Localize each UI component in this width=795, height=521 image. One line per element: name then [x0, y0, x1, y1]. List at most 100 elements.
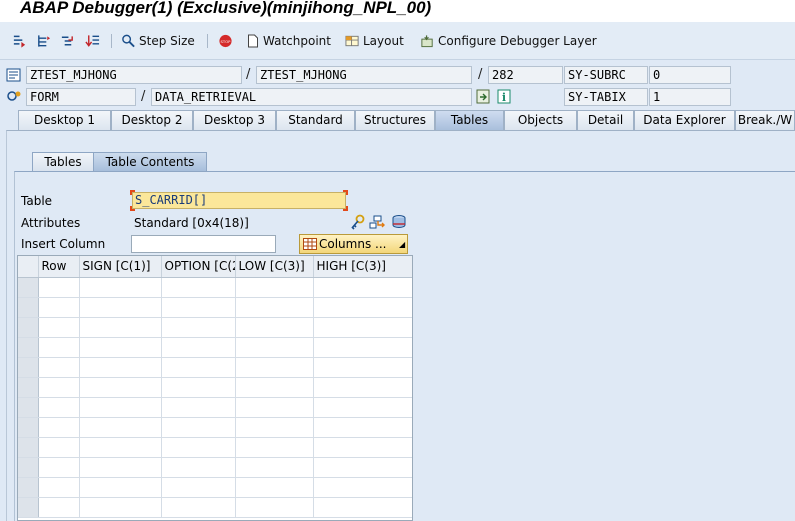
columns-button[interactable]: Columns ... ◢ [299, 234, 408, 254]
grid-cell[interactable] [161, 397, 236, 418]
grid-cell[interactable] [235, 357, 314, 378]
grid-cell[interactable] [79, 437, 162, 458]
grid-cell[interactable] [38, 397, 80, 418]
watchpoint-button[interactable]: Watchpoint [245, 32, 331, 50]
row-selector[interactable] [18, 437, 39, 458]
grid-cell[interactable] [38, 317, 80, 338]
grid-cell[interactable] [38, 357, 80, 378]
grid-cell[interactable] [235, 477, 314, 498]
grid-cell[interactable] [161, 337, 236, 358]
grid-cell[interactable] [161, 277, 236, 298]
row-selector[interactable] [18, 377, 39, 398]
column-header-option[interactable]: OPTION [C(2)] [161, 256, 236, 278]
execute-button[interactable] [36, 32, 54, 50]
grid-cell[interactable] [79, 337, 162, 358]
grid-cell[interactable] [79, 477, 162, 498]
grid-cell[interactable] [235, 337, 314, 358]
row-selector[interactable] [18, 317, 39, 338]
tab-objects[interactable]: Objects [504, 110, 577, 130]
subtab-table-contents[interactable]: Table Contents [93, 152, 207, 171]
grid-cell[interactable] [38, 377, 80, 398]
grid-cell[interactable] [313, 317, 412, 338]
grid-cell[interactable] [38, 277, 80, 298]
grid-cell[interactable] [79, 277, 162, 298]
grid-cell[interactable] [235, 377, 314, 398]
tab-desktop-3[interactable]: Desktop 3 [193, 110, 276, 130]
tab-desktop-2[interactable]: Desktop 2 [111, 110, 193, 130]
tab-detail[interactable]: Detail [577, 110, 634, 130]
insert-column-input[interactable] [131, 235, 276, 253]
grid-cell[interactable] [235, 497, 314, 518]
grid-cell[interactable] [235, 397, 314, 418]
grid-cell[interactable] [313, 297, 412, 318]
step-size-button[interactable]: Step Size [121, 32, 195, 50]
grid-cell[interactable] [79, 297, 162, 318]
grid-cell[interactable] [79, 357, 162, 378]
database-icon[interactable] [390, 214, 408, 230]
grid-cell[interactable] [235, 297, 314, 318]
column-header-row[interactable]: Row [38, 256, 80, 278]
grid-cell[interactable] [235, 417, 314, 438]
subtab-tables[interactable]: Tables [32, 152, 94, 171]
grid-cell[interactable] [38, 477, 80, 498]
tab-standard[interactable]: Standard [276, 110, 355, 130]
grid-cell[interactable] [313, 357, 412, 378]
grid-cell[interactable] [38, 437, 80, 458]
grid-cell[interactable] [313, 277, 412, 298]
grid-cell[interactable] [38, 337, 80, 358]
grid-cell[interactable] [79, 397, 162, 418]
row-selector[interactable] [18, 477, 39, 498]
grid-cell[interactable] [313, 477, 412, 498]
tab-data-explorer[interactable]: Data Explorer [634, 110, 735, 130]
column-header-sign[interactable]: SIGN [C(1)] [79, 256, 162, 278]
table-input[interactable]: S_CARRID[] [132, 192, 346, 209]
layout-button[interactable]: Layout [345, 32, 404, 50]
column-header-high[interactable]: HIGH [C(3)] [313, 256, 412, 278]
info-icon[interactable]: i [497, 89, 511, 104]
source-navigate-icon[interactable] [476, 89, 491, 104]
grid-cell[interactable] [161, 317, 236, 338]
grid-cell[interactable] [79, 457, 162, 478]
single-step-button[interactable] [12, 32, 30, 50]
row-selector[interactable] [18, 297, 39, 318]
row-selector[interactable] [18, 457, 39, 478]
tab-desktop-1[interactable]: Desktop 1 [18, 110, 111, 130]
column-header-low[interactable]: LOW [C(3)] [235, 256, 314, 278]
grid-cell[interactable] [38, 297, 80, 318]
grid-cell[interactable] [161, 357, 236, 378]
grid-cell[interactable] [235, 277, 314, 298]
grid-cell[interactable] [313, 397, 412, 418]
grid-cell[interactable] [235, 317, 314, 338]
row-selector[interactable] [18, 497, 39, 518]
grid-cell[interactable] [313, 377, 412, 398]
grid-corner-cell[interactable] [18, 256, 39, 278]
row-selector[interactable] [18, 417, 39, 438]
grid-cell[interactable] [161, 457, 236, 478]
tab-tables[interactable]: Tables [435, 110, 504, 130]
grid-cell[interactable] [313, 337, 412, 358]
row-selector[interactable] [18, 357, 39, 378]
grid-cell[interactable] [313, 457, 412, 478]
table-services-icon[interactable] [369, 214, 387, 230]
grid-cell[interactable] [79, 317, 162, 338]
tab-structures[interactable]: Structures [355, 110, 435, 130]
grid-cell[interactable] [161, 497, 236, 518]
tab-breakpoints[interactable]: Break./W [735, 110, 795, 130]
grid-cell[interactable] [38, 417, 80, 438]
grid-cell[interactable] [313, 417, 412, 438]
grid-cell[interactable] [161, 417, 236, 438]
grid-cell[interactable] [79, 417, 162, 438]
grid-cell[interactable] [313, 497, 412, 518]
grid-cell[interactable] [161, 437, 236, 458]
grid-cell[interactable] [161, 377, 236, 398]
key-icon[interactable] [349, 214, 366, 230]
row-selector[interactable] [18, 277, 39, 298]
grid-cell[interactable] [161, 477, 236, 498]
grid-cell[interactable] [235, 457, 314, 478]
continue-button[interactable] [85, 32, 103, 50]
row-selector[interactable] [18, 397, 39, 418]
grid-cell[interactable] [38, 457, 80, 478]
grid-cell[interactable] [38, 497, 80, 518]
grid-cell[interactable] [235, 437, 314, 458]
stop-button[interactable]: STOP [218, 32, 236, 50]
